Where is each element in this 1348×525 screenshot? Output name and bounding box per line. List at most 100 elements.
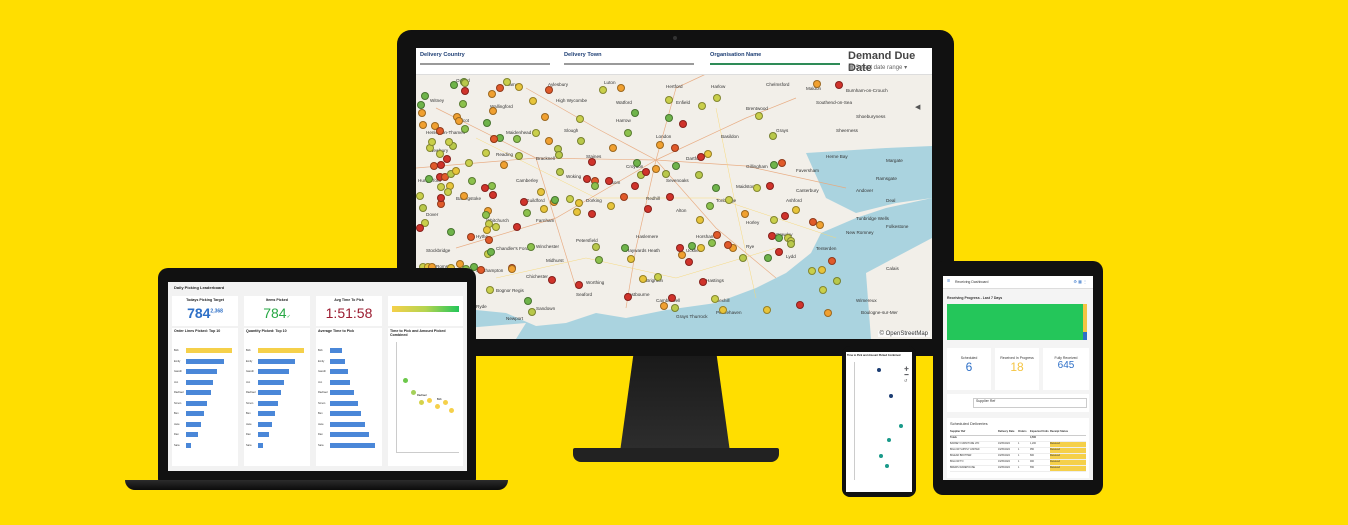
delivery-pin[interactable] [781,211,790,220]
delivery-pin[interactable] [523,208,532,217]
delivery-pin[interactable] [500,160,509,169]
bar[interactable] [186,442,192,448]
bar[interactable] [330,369,349,374]
delivery-pin[interactable] [631,181,640,190]
delivery-pin[interactable] [791,206,800,215]
bar[interactable] [186,432,198,437]
scatter-point[interactable] [419,400,424,405]
column-header[interactable]: Supplier Ref [950,430,998,435]
menu-icon[interactable]: ☰ [947,279,950,283]
delivery-pin[interactable] [420,92,429,101]
bar[interactable] [258,348,305,353]
delivery-pin[interactable] [656,140,665,149]
bar[interactable] [258,432,269,437]
delivery-pin[interactable] [775,247,784,256]
map-attribution[interactable]: © OpenStreetMap [877,331,930,337]
delivery-pin[interactable] [765,181,774,190]
bar[interactable] [330,400,358,406]
filter-organisation-name[interactable]: Organisation Name [710,52,840,66]
delivery-pin[interactable] [619,192,628,201]
bar[interactable] [258,379,285,385]
delivery-pin[interactable] [704,149,713,158]
scatter-point[interactable] [889,394,893,398]
supplier-filter[interactable]: Supplier Ref [973,398,1087,408]
delivery-pin[interactable] [459,191,468,200]
column-header[interactable]: Delivery Date [998,430,1018,435]
scatter-point[interactable] [885,464,889,468]
delivery-pin[interactable] [540,204,549,213]
table-row[interactable]: BREWS WAREHOUSE 19/05/2022 1 650 Received [950,466,1086,472]
delivery-pin[interactable] [466,232,475,241]
delivery-pin[interactable] [476,265,485,274]
bar[interactable] [330,411,362,416]
delivery-pin[interactable] [512,135,521,144]
delivery-pin[interactable] [545,85,554,94]
delivery-pin[interactable] [818,265,827,274]
bar[interactable] [330,390,355,395]
bar[interactable] [330,421,366,427]
delivery-pin[interactable] [698,278,707,286]
delivery-pin[interactable] [460,78,469,87]
delivery-pin[interactable] [418,108,427,117]
delivery-pin[interactable] [631,108,640,117]
delivery-pin[interactable] [719,305,728,314]
scatter-point[interactable] [443,400,448,405]
delivery-pin[interactable] [551,195,560,204]
delivery-pin[interactable] [544,136,553,145]
delivery-pin[interactable] [827,256,836,265]
delivery-pin[interactable] [495,83,504,92]
scatter-point[interactable] [899,424,903,428]
delivery-pin[interactable] [752,183,761,192]
delivery-pin[interactable] [712,93,721,102]
delivery-pin[interactable] [768,132,777,140]
column-header[interactable]: Expected Units [1030,430,1050,435]
delivery-pin[interactable] [548,275,557,284]
zoom-controls[interactable]: ➕ ➖ ↺ [904,366,909,384]
bar[interactable] [258,400,278,406]
delivery-pin[interactable] [540,112,549,121]
progress-bar-in-progress[interactable] [1083,304,1087,332]
delivery-pin[interactable] [418,120,427,129]
delivery-pin[interactable] [484,235,493,244]
scatter-point[interactable] [427,398,432,403]
delivery-pin[interactable] [529,96,538,105]
bar[interactable] [186,348,233,353]
delivery-pin[interactable] [813,79,822,88]
delivery-pin[interactable] [795,301,804,310]
delivery-pin[interactable] [524,296,533,305]
collapse-arrow-icon[interactable]: ◀ [915,103,920,111]
delivery-pin[interactable] [427,138,436,147]
column-header[interactable]: Receipt Status [1050,430,1086,435]
filter-delivery-country[interactable]: Delivery Country [420,52,550,66]
delivery-pin[interactable] [488,106,497,115]
delivery-pin[interactable] [738,254,747,263]
delivery-pin[interactable] [536,187,545,196]
delivery-pin[interactable] [464,158,473,167]
date-range-picker[interactable]: ▦ Select date range ▾ [848,64,907,71]
delivery-pin[interactable] [468,176,477,185]
scatter-point[interactable] [887,438,891,442]
bar[interactable] [330,358,346,364]
delivery-pin[interactable] [678,119,687,128]
delivery-pin[interactable] [705,201,714,210]
bar[interactable] [258,442,263,448]
delivery-pin[interactable] [480,183,489,192]
delivery-pin[interactable] [482,119,491,128]
delivery-pin[interactable] [527,307,536,316]
progress-bar-scheduled[interactable] [1083,332,1087,340]
delivery-pin[interactable] [587,157,596,166]
delivery-pin[interactable] [591,243,600,252]
delivery-pin[interactable] [503,78,511,86]
delivery-pin[interactable] [763,305,771,314]
bar[interactable] [258,369,289,374]
delivery-pin[interactable] [623,128,632,137]
delivery-pin[interactable] [532,128,541,137]
delivery-pin[interactable] [670,303,679,312]
scatter-point[interactable] [411,390,416,395]
delivery-pin[interactable] [416,223,425,232]
filter-delivery-town[interactable]: Delivery Town [564,52,694,66]
bar[interactable] [258,390,282,395]
bar[interactable] [186,358,224,364]
delivery-pin[interactable] [486,285,495,294]
bar[interactable] [258,421,272,427]
